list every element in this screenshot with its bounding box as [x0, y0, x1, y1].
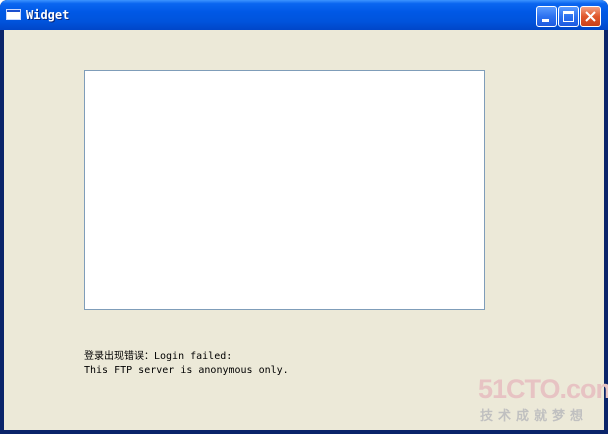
watermark-logo: 51CTO.com 技术成就梦想	[474, 370, 608, 430]
minimize-button[interactable]	[536, 6, 557, 27]
client-area: 登录出现错误：Login failed: This FTP server is …	[4, 30, 608, 430]
close-icon	[585, 11, 596, 22]
status-message: 登录出现错误：Login failed: This FTP server is …	[84, 350, 289, 378]
window-title: Widget	[26, 8, 70, 22]
maximize-button[interactable]	[558, 6, 579, 27]
status-line-2: This FTP server is anonymous only.	[84, 365, 289, 376]
watermark-logo-text: 51CTO.com	[478, 374, 608, 404]
watermark-tagline: 技术成就梦想	[480, 409, 589, 424]
status-line-1: 登录出现错误：Login failed:	[84, 351, 233, 362]
maximize-icon	[563, 11, 574, 22]
output-text-area[interactable]	[84, 70, 485, 310]
close-button[interactable]	[580, 6, 601, 27]
app-window: Widget 登录出现错误：Login failed: This FTP ser…	[0, 0, 608, 434]
minimize-icon	[542, 19, 549, 22]
window-icon	[6, 9, 21, 20]
title-bar[interactable]: Widget	[0, 0, 608, 30]
